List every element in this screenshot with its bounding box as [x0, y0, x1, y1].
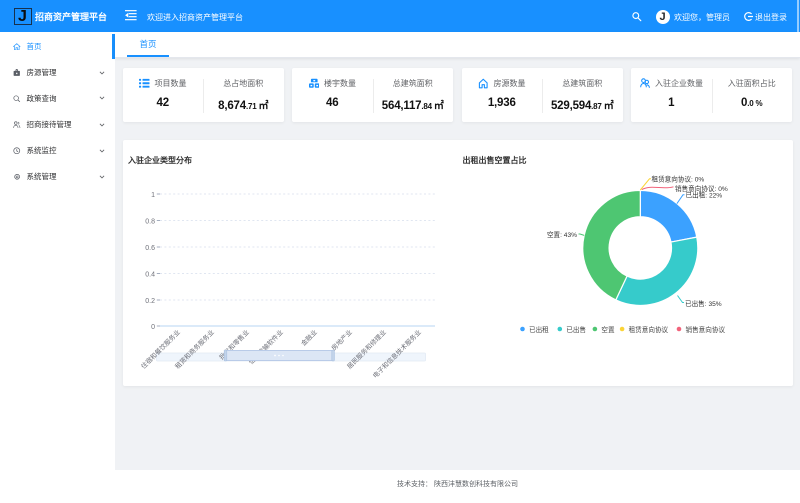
- svg-text:1: 1: [151, 192, 155, 199]
- svg-text:0.4: 0.4: [145, 272, 155, 279]
- svg-text:已出租: 已出租: [529, 325, 549, 334]
- svg-text:销售意向协议: 销售意向协议: [686, 325, 726, 334]
- svg-text:租赁意向协议: 租赁意向协议: [629, 325, 669, 334]
- svg-text:金融业: 金融业: [299, 327, 320, 348]
- svg-text:房地产业: 房地产业: [329, 327, 354, 352]
- svg-text:租赁意向协议: 0%: 租赁意向协议: 0%: [652, 175, 705, 184]
- svg-text:已出租: 22%: 已出租: 22%: [686, 190, 723, 199]
- svg-text:0: 0: [151, 324, 155, 331]
- svg-text:0.6: 0.6: [145, 245, 155, 252]
- svg-text:0.2: 0.2: [145, 298, 155, 305]
- svg-text:空置: 43%: 空置: 43%: [547, 230, 577, 239]
- svg-text:已出售: 已出售: [566, 325, 586, 334]
- svg-text:0.8: 0.8: [145, 219, 155, 226]
- svg-text:已出售: 35%: 已出售: 35%: [685, 299, 722, 308]
- svg-text:空置: 空置: [601, 325, 615, 334]
